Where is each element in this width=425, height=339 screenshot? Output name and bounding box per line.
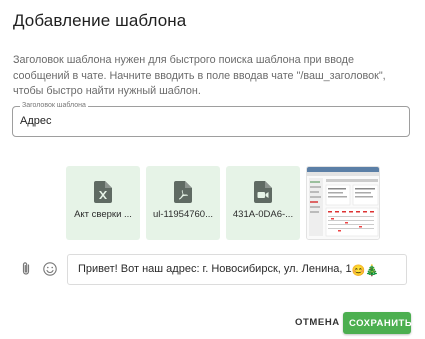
message-text-container: Привет! Вот наш адрес: г. Новосибирск, у… [78,263,379,277]
message-text: Привет! Вот наш адрес: г. Новосибирск, у… [78,263,352,275]
attachment-card[interactable]: ul-11954760... [146,166,220,240]
cancel-button[interactable]: ОТМЕНА [291,312,344,334]
attachment-name: Акт сверки ... [74,209,132,220]
dialog-description: Заголовок шаблона нужен для быстрого пои… [13,54,386,97]
dialog-title: Добавление шаблона [13,11,187,30]
excel-file-icon [94,181,112,203]
template-title-field[interactable]: Заголовок шаблона [12,101,410,137]
message-emojis: 😊🎄 [351,265,380,277]
image-thumbnail [307,167,379,239]
template-title-input[interactable] [20,115,380,127]
template-title-label: Заголовок шаблона [20,101,88,111]
save-button[interactable]: СОХРАНИТЬ [343,312,412,334]
attachment-card[interactable]: Акт сверки ... [66,166,140,240]
pdf-file-icon [174,181,192,203]
attachment-name: 431A-0DA6-... [232,209,294,220]
paperclip-icon[interactable] [18,261,34,277]
video-file-icon [254,181,272,203]
smiley-icon[interactable] [42,261,58,277]
attachment-card[interactable]: 431A-0DA6-... [226,166,300,240]
attachment-image-thumbnail[interactable] [306,166,380,240]
message-input[interactable]: Привет! Вот наш адрес: г. Новосибирск, у… [67,254,407,285]
attachment-name: ul-11954760... [152,209,214,220]
